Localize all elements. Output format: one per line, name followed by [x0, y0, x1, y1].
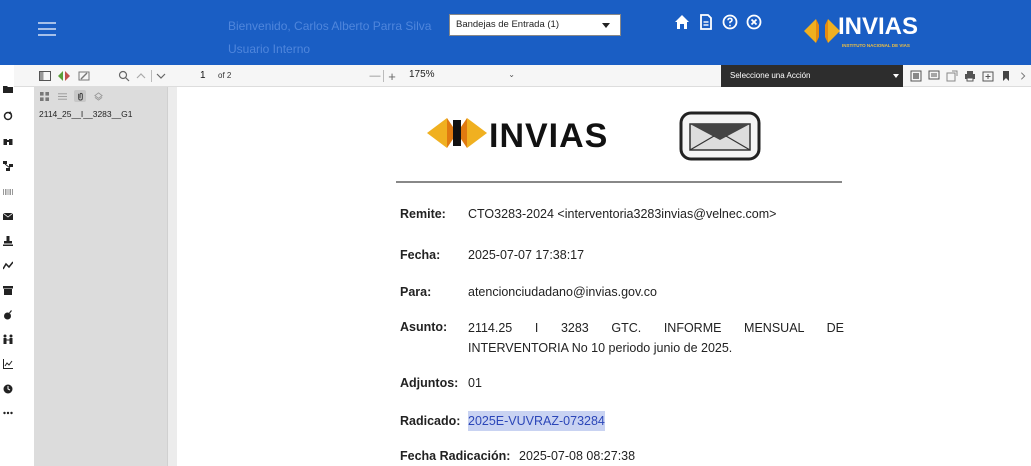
- barcode-icon[interactable]: [2, 186, 13, 197]
- print-icon[interactable]: [964, 68, 976, 84]
- inbox-select-value: Bandejas de Entrada (1): [456, 19, 559, 30]
- header-divider: [396, 181, 842, 183]
- outline-icon[interactable]: [56, 90, 68, 102]
- radicado-value: 2025E-VUVRAZ-073284: [468, 411, 605, 431]
- invias-logo: INVIAS INSTITUTO NACIONAL DE VIAS: [802, 10, 922, 52]
- remite-label: Remite:: [400, 207, 446, 221]
- zoom-select[interactable]: 175% ⌄: [403, 68, 523, 84]
- action-select-value: Seleccione una Acción: [730, 71, 811, 80]
- fecha-radicacion-label: Fecha Radicación:: [400, 449, 511, 463]
- plugin-icon[interactable]: [57, 68, 71, 84]
- people-arrows-icon[interactable]: [2, 333, 13, 344]
- folder-icon[interactable]: [2, 83, 13, 94]
- zoom-value: 175%: [409, 69, 435, 80]
- adjuntos-value: 01: [468, 376, 482, 390]
- logo-text: INVIAS: [838, 13, 919, 40]
- header-actions: [673, 12, 763, 32]
- pdf-document: INVIAS Remite: CTO3283-2024 <interventor…: [177, 87, 1031, 466]
- logo-subtitle: INSTITUTO NACIONAL DE VIAS: [842, 43, 910, 48]
- asunto-value-line2: INTERVENTORIA No 10 periodo junio de 202…: [468, 341, 733, 355]
- menu-icon[interactable]: [38, 22, 56, 36]
- app-window: Bienvenido, Carlos Alberto Parra Silva U…: [0, 0, 1031, 466]
- page-number-input[interactable]: 1: [200, 68, 218, 84]
- fecha-radicacion-value: 2025-07-08 08:27:38: [519, 449, 636, 463]
- home-icon[interactable]: [673, 12, 691, 32]
- action-select[interactable]: Seleccione una Acción: [721, 65, 903, 87]
- help-icon[interactable]: [721, 12, 739, 32]
- page-count: of 2: [218, 71, 232, 80]
- toolbar-divider: [151, 70, 152, 82]
- more-tools-icon[interactable]: [1018, 68, 1028, 84]
- open-file-icon[interactable]: [946, 68, 958, 84]
- document-icon[interactable]: [697, 12, 715, 32]
- welcome-block: Bienvenido, Carlos Alberto Parra Silva U…: [228, 16, 431, 59]
- comment-icon[interactable]: [928, 68, 940, 84]
- pdf-toolbar: 1 of 2 — + 175% ⌄ Seleccione una Acción: [14, 65, 1031, 87]
- sitemap-icon[interactable]: [2, 160, 13, 171]
- radicado-label: Radicado:: [400, 414, 461, 428]
- attachment-item[interactable]: 2114_25__I__3283__G1: [39, 109, 132, 119]
- clock-icon[interactable]: [2, 383, 13, 394]
- attachments-icon[interactable]: [74, 90, 86, 102]
- inbox-select[interactable]: Bandejas de Entrada (1): [449, 14, 621, 36]
- toolbar-divider: [383, 70, 384, 82]
- chevron-down-icon: [602, 23, 610, 28]
- left-icon-rail: [0, 65, 14, 466]
- remite-value: CTO3283-2024 <interventoria3283invias@ve…: [468, 207, 777, 221]
- para-value: atencionciudadano@invias.gov.co: [468, 285, 657, 299]
- sidebar-toggle-icon[interactable]: [38, 68, 52, 84]
- more-icon[interactable]: [2, 407, 13, 418]
- fecha-value: 2025-07-07 17:38:17: [468, 248, 585, 262]
- invias-logo-mark: [804, 19, 840, 43]
- chevron-down-icon: ⌄: [508, 70, 515, 79]
- asunto-label: Asunto:: [400, 320, 448, 334]
- sidebar-tabs: [34, 87, 167, 105]
- envelope-icon: [679, 111, 761, 161]
- invias-logo-mark: [427, 118, 487, 148]
- top-header: Bienvenido, Carlos Alberto Parra Silva U…: [0, 0, 1031, 65]
- mail-icon[interactable]: [2, 210, 13, 221]
- zoom-in-button[interactable]: +: [386, 68, 398, 84]
- zoom-out-button[interactable]: —: [369, 68, 381, 84]
- fecha-label: Fecha:: [400, 248, 441, 262]
- archive-icon[interactable]: [2, 284, 13, 295]
- user-role: Usuario Interno: [228, 42, 311, 56]
- binoculars-icon[interactable]: [2, 135, 13, 146]
- bomb-icon[interactable]: [2, 309, 13, 320]
- asunto-value-line1: 2114.25 I 3283 GTC. INFORME MENSUAL DE: [468, 321, 844, 335]
- edit-annotation-icon[interactable]: [77, 68, 91, 84]
- sidebar-resizer[interactable]: [167, 87, 177, 466]
- close-circle-icon[interactable]: [745, 12, 763, 32]
- chevron-down-icon: [893, 74, 899, 78]
- download-icon[interactable]: [982, 68, 994, 84]
- welcome-user: Bienvenido, Carlos Alberto Parra Silva: [228, 19, 432, 33]
- previous-page-icon[interactable]: [135, 68, 147, 84]
- search-icon[interactable]: [118, 68, 130, 84]
- email-logo-text: INVIAS: [489, 117, 609, 155]
- pdf-sidebar: 2114_25__I__3283__G1: [34, 87, 167, 466]
- chart-line-icon[interactable]: [2, 260, 13, 271]
- bookmark-icon[interactable]: [1000, 68, 1012, 84]
- next-page-icon[interactable]: [155, 68, 167, 84]
- refresh-icon[interactable]: [2, 110, 13, 121]
- layers-icon[interactable]: [92, 90, 104, 102]
- para-label: Para:: [400, 285, 432, 299]
- chart-area-icon[interactable]: [2, 358, 13, 369]
- thumbnails-icon[interactable]: [38, 90, 50, 102]
- adjuntos-label: Adjuntos:: [400, 376, 459, 390]
- presentation-icon[interactable]: [910, 68, 922, 84]
- stamp-icon[interactable]: [2, 235, 13, 246]
